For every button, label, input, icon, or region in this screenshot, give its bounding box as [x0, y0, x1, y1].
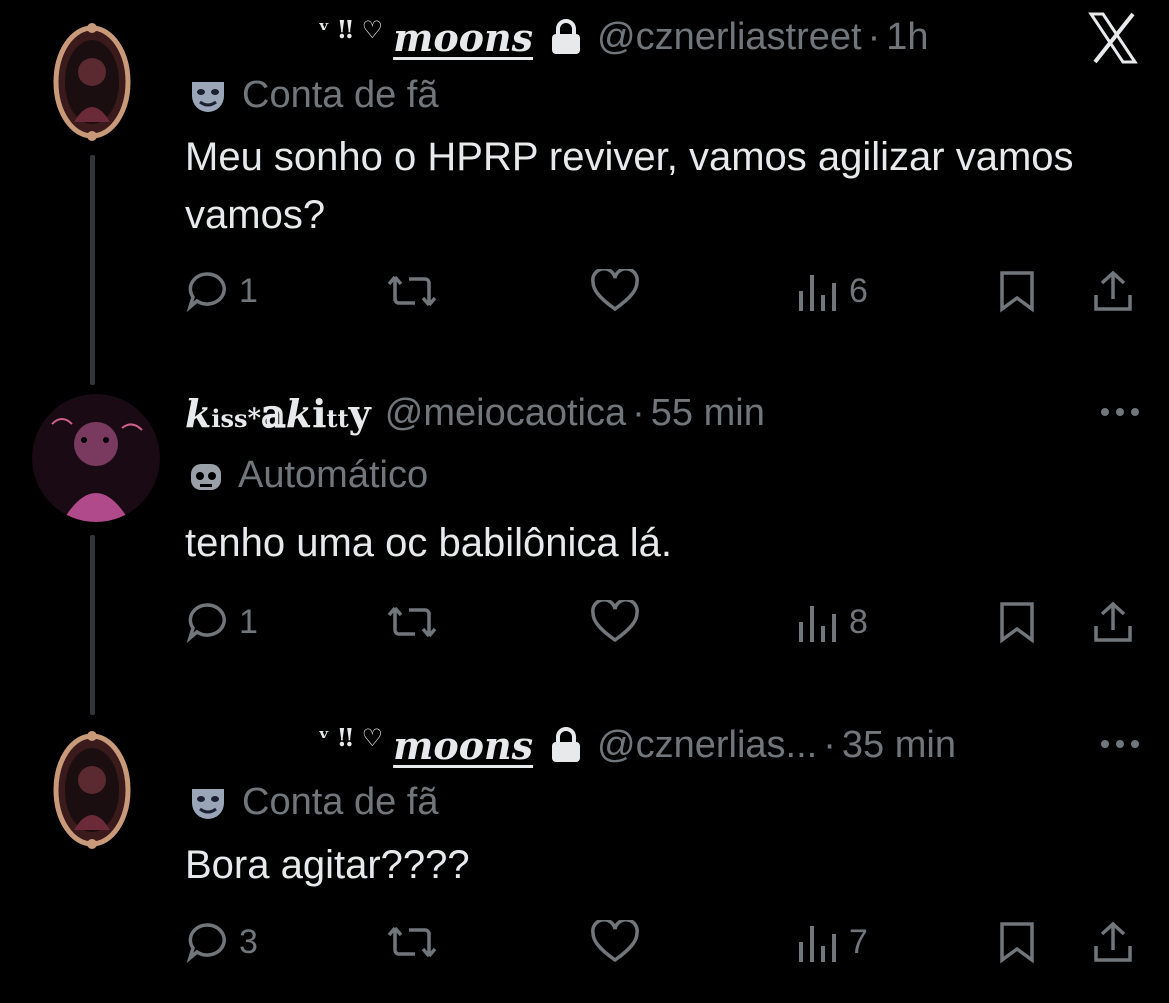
share-icon	[1094, 270, 1132, 311]
masks-icon	[188, 76, 228, 116]
retweet-button[interactable]	[385, 597, 439, 647]
like-button[interactable]	[590, 266, 640, 316]
tweet-text: Meu sonho o HPRP reviver, vamos agilizar…	[185, 135, 1074, 237]
more-icon[interactable]	[1101, 740, 1139, 748]
name-part: 𝒌	[285, 390, 313, 436]
account-label-text: Conta de fã	[242, 781, 439, 823]
bookmark-icon	[1000, 922, 1034, 964]
thread-line	[90, 535, 95, 715]
like-icon	[591, 920, 639, 963]
retweet-icon	[387, 926, 437, 958]
lock-icon	[549, 18, 583, 56]
reply-icon	[186, 272, 226, 313]
share-icon	[1094, 921, 1132, 962]
display-name-text: moons	[393, 14, 534, 60]
bookmark-button[interactable]	[997, 597, 1037, 647]
account-label: Conta de fã	[188, 74, 438, 117]
bookmark-button[interactable]	[997, 917, 1037, 967]
reply-count: 1	[239, 271, 258, 310]
avatar-kisskitty[interactable]	[32, 394, 160, 522]
account-label: Automático	[188, 454, 428, 497]
retweet-button[interactable]	[385, 266, 439, 316]
masks-icon	[188, 783, 228, 823]
retweet-icon	[387, 606, 437, 638]
handle[interactable]: @cznerlias...	[597, 724, 817, 767]
share-icon	[1094, 601, 1132, 642]
bookmark-icon	[1000, 602, 1034, 644]
timestamp[interactable]: 55 min	[651, 392, 765, 435]
reply-button[interactable]: 3	[185, 917, 258, 967]
handle[interactable]: @meiocaotica	[385, 392, 626, 435]
views-button[interactable]: 7	[795, 917, 868, 967]
tweet-actions: 1 6	[185, 266, 1145, 316]
tweet-text: Bora agitar????	[185, 843, 470, 887]
close-icon[interactable]	[1085, 10, 1141, 71]
tweet-actions: 3 7	[185, 917, 1145, 967]
views-count: 8	[849, 602, 868, 641]
views-icon	[799, 606, 836, 642]
views-count: 7	[849, 922, 868, 961]
tweet-actions: 1 8	[185, 597, 1145, 647]
share-button[interactable]	[1091, 266, 1135, 316]
tweet-header: ᵛ ‼ ♡ moons @cznerliastreet · 1h	[318, 12, 929, 62]
retweet-button[interactable]	[385, 917, 439, 967]
avatar-moons[interactable]	[52, 730, 132, 850]
name-part: 𝒌	[185, 390, 212, 436]
name-part: y	[348, 390, 371, 436]
tweet-text: tenho uma oc babilônica lá.	[185, 521, 672, 565]
handle[interactable]: @cznerliastreet	[597, 16, 862, 59]
tweet-header: 𝒌 iss * 𝕒 𝒌 i tt y @meiocaotica · 55 min	[185, 388, 765, 438]
retweet-icon	[387, 275, 437, 307]
share-button[interactable]	[1091, 597, 1135, 647]
reply-count: 1	[239, 602, 258, 641]
name-part: tt	[326, 403, 349, 433]
avatar-moons[interactable]	[52, 22, 132, 142]
views-button[interactable]: 8	[795, 597, 868, 647]
share-button[interactable]	[1091, 917, 1135, 967]
tweet-header: ᵛ ‼ ♡ moons @cznerlias... · 35 min	[318, 720, 956, 770]
timestamp[interactable]: 35 min	[842, 724, 956, 767]
views-button[interactable]: 6	[795, 266, 868, 316]
name-part: i	[312, 390, 327, 436]
account-label-text: Automático	[238, 454, 429, 496]
more-icon[interactable]	[1101, 408, 1139, 416]
timestamp[interactable]: 1h	[886, 16, 928, 59]
lock-icon	[549, 726, 583, 764]
name-part: 𝕒	[261, 390, 286, 436]
display-name[interactable]: ᵛ ‼ ♡ moons	[318, 15, 533, 60]
name-part: *	[247, 403, 262, 434]
like-icon	[591, 600, 639, 643]
bookmark-button[interactable]	[997, 266, 1037, 316]
like-icon	[591, 269, 639, 312]
reply-icon	[186, 603, 226, 644]
views-icon	[799, 926, 836, 962]
like-button[interactable]	[590, 597, 640, 647]
display-name-text: moons	[393, 722, 534, 768]
views-icon	[799, 275, 836, 311]
reply-button[interactable]: 1	[185, 266, 258, 316]
name-part: iss	[211, 403, 248, 433]
separator-dot: ·	[867, 15, 881, 58]
display-name[interactable]: 𝒌 iss * 𝕒 𝒌 i tt y	[185, 391, 371, 436]
robot-icon	[188, 456, 224, 496]
reply-count: 3	[239, 922, 258, 961]
thread-line	[90, 155, 95, 385]
bookmark-icon	[1000, 271, 1034, 313]
separator-dot: ·	[632, 391, 645, 434]
display-name[interactable]: ᵛ ‼ ♡ moons	[318, 723, 533, 768]
account-label-text: Conta de fã	[242, 74, 439, 116]
separator-dot: ·	[823, 723, 836, 766]
account-label: Conta de fã	[188, 781, 438, 824]
reply-icon	[186, 923, 226, 964]
name-decoration: ᵛ ‼ ♡	[318, 14, 384, 44]
reply-button[interactable]: 1	[185, 597, 258, 647]
views-count: 6	[849, 271, 868, 310]
name-decoration: ᵛ ‼ ♡	[318, 722, 384, 752]
like-button[interactable]	[590, 917, 640, 967]
